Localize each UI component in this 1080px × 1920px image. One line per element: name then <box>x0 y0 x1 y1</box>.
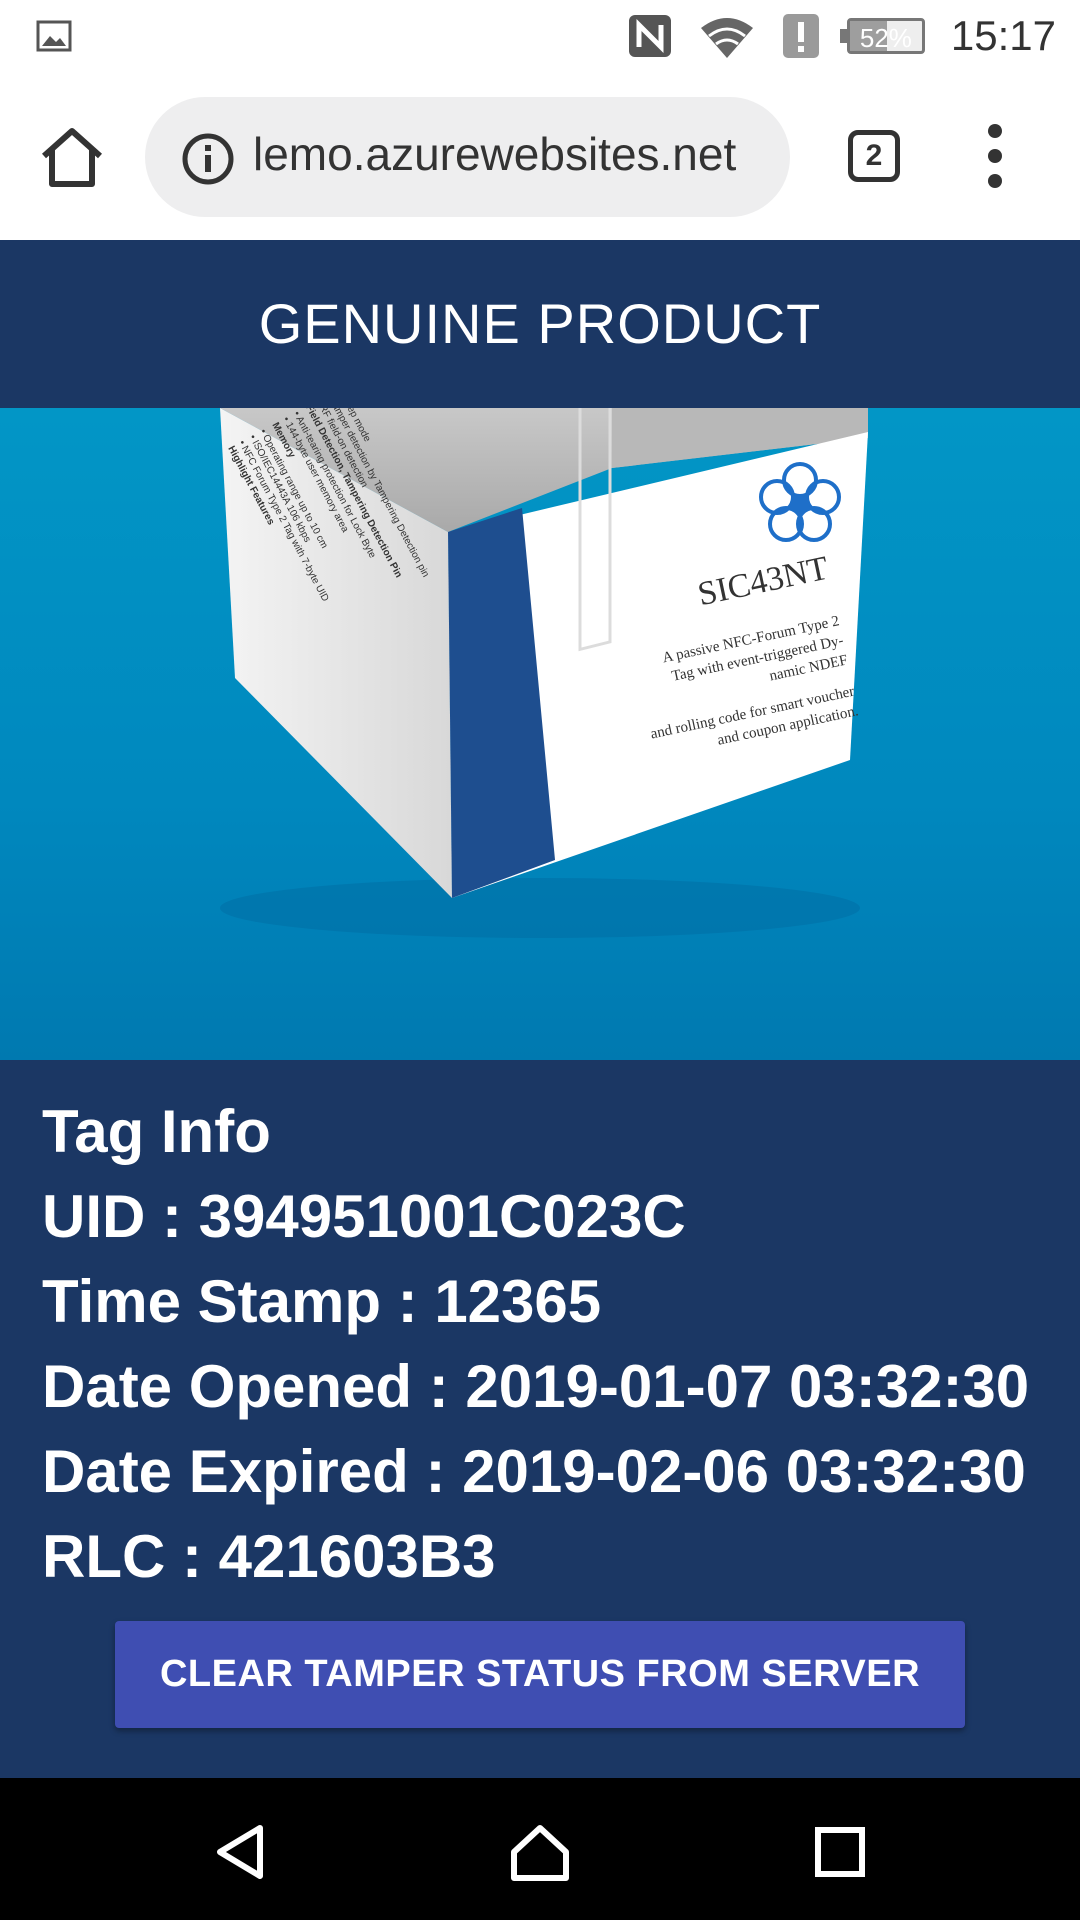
battery-icon: 52% <box>839 18 925 54</box>
clear-tamper-status-button[interactable]: CLEAR TAMPER STATUS FROM SERVER <box>115 1621 965 1728</box>
info-icon[interactable] <box>181 132 235 186</box>
alert-icon <box>782 14 819 58</box>
menu-dot <box>988 149 1002 163</box>
battery-cap <box>839 29 847 43</box>
clock: 15:17 <box>950 12 1056 59</box>
back-icon[interactable] <box>210 1822 270 1882</box>
overflow-menu-icon[interactable] <box>980 124 1010 190</box>
home-nav-icon[interactable] <box>510 1822 570 1882</box>
tag-date-expired: Date Expired : 2019-02-06 03:32:30 <box>42 1438 1026 1505</box>
browser-toolbar: lemo.azurewebsites.net 2 <box>0 72 1080 240</box>
product-image: SIC43NT A passive NFC-Forum Type 2 Tag w… <box>0 408 1080 1060</box>
tag-date-opened: Date Opened : 2019-01-07 03:32:30 <box>42 1353 1030 1420</box>
page-header: GENUINE PRODUCT <box>0 240 1080 408</box>
wifi-icon <box>700 18 753 58</box>
url-text[interactable]: lemo.azurewebsites.net <box>253 127 736 181</box>
navigation-bar <box>0 1778 1080 1920</box>
tag-rlc: RLC : 421603B3 <box>42 1523 496 1590</box>
status-bar: 52% 15:17 <box>0 0 1080 72</box>
address-bar[interactable]: lemo.azurewebsites.net <box>145 97 790 217</box>
battery-percent: 52% <box>859 23 912 53</box>
home-icon[interactable] <box>38 126 106 190</box>
tag-time-stamp: Time Stamp : 12365 <box>42 1268 602 1335</box>
page-title: GENUINE PRODUCT <box>258 292 822 355</box>
menu-dot <box>988 174 1002 188</box>
tag-uid: UID : 394951001C023C <box>42 1183 686 1250</box>
tag-info-heading: Tag Info <box>42 1098 271 1165</box>
recents-icon[interactable] <box>810 1822 870 1882</box>
product-box-image: SIC43NT A passive NFC-Forum Type 2 Tag w… <box>220 408 868 938</box>
gallery-icon <box>36 20 72 52</box>
tabs-icon[interactable]: 2 <box>848 130 900 182</box>
menu-dot <box>988 124 1002 138</box>
nfc-icon <box>628 15 671 57</box>
